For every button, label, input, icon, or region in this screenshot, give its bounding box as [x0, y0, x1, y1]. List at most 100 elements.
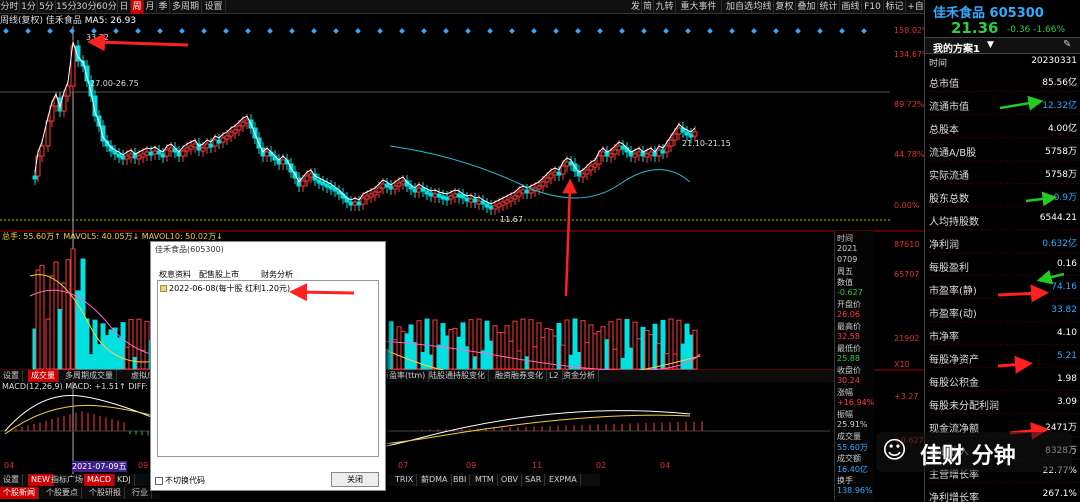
toolbar-right-item-5[interactable]: 均线: [752, 0, 774, 14]
signal-marker: [487, 28, 493, 34]
plan-selector[interactable]: 我的方案1 ▼ ✎: [925, 37, 1080, 55]
period-toolbar: 分时 1分 5分 15分 30分 60分日周月季多周期 设置 发简九转 重大事件 加自选 均线 复权叠…: [0, 0, 950, 14]
toolbar-right-item-8[interactable]: 统计: [818, 0, 840, 14]
indicator-tab-8[interactable]: MTM: [472, 474, 498, 486]
price-candle: [596, 155, 602, 165]
fund-row: 市净率 4.10: [929, 325, 1079, 345]
toolbar-item-0[interactable]: 分时: [0, 0, 20, 14]
indicator-tab-6[interactable]: 薪DMA: [418, 474, 452, 486]
indicator-tab-11[interactable]: EXPMA: [546, 474, 581, 486]
toolbar-item-4[interactable]: 30分: [76, 0, 96, 14]
price-candle: [660, 149, 666, 154]
close-button[interactable]: 关闭: [331, 472, 379, 487]
fund-value: 1.98: [1056, 374, 1077, 384]
toolbar-item-3[interactable]: 15分: [56, 0, 76, 14]
fund-row: 总股本 4.00亿: [929, 118, 1079, 138]
indicator-tab-0[interactable]: 设置: [0, 474, 23, 486]
signal-marker: [861, 28, 867, 34]
crosshair-chg: +16.94%: [837, 398, 875, 407]
price-candle: [400, 180, 406, 185]
toolbar-item-5[interactable]: 60分: [96, 0, 118, 14]
toolbar-right-item-11[interactable]: 标记: [884, 0, 906, 14]
indicator-tab-3[interactable]: MACD: [84, 474, 115, 486]
price-candle: [376, 187, 382, 193]
volume-bar: [39, 264, 45, 370]
volume-bar: [644, 330, 650, 370]
x-axis-label: 2021-07-09五: [72, 461, 127, 472]
info-tab-1[interactable]: 个股要点: [43, 487, 82, 499]
toolbar-item-8[interactable]: 月: [144, 0, 157, 14]
signal-marker: [333, 28, 339, 34]
pct-label: 44.78%: [894, 150, 925, 159]
toolbar-item-10[interactable]: 多周期: [170, 0, 202, 14]
price-candle: [316, 179, 322, 184]
signal-marker: [685, 28, 691, 34]
indicator-tab-5[interactable]: TRIX: [392, 474, 418, 486]
toolbar-right-item-1[interactable]: 简: [642, 0, 654, 14]
price-candle: [164, 149, 170, 157]
volume-tab-0[interactable]: 设置: [0, 370, 23, 382]
price-candle: [372, 191, 378, 196]
volume-tab-8[interactable]: 资金分析: [560, 370, 599, 382]
price-annotation-low: 11.67: [500, 215, 523, 224]
signal-marker: [465, 28, 471, 34]
info-tab-0[interactable]: 个股新闻: [0, 487, 39, 499]
tab-dividend[interactable]: 权息资料: [159, 269, 191, 280]
toolbar-item-2[interactable]: 5分: [38, 0, 56, 14]
watermark-text: 佳财 分钟: [920, 444, 1016, 469]
list-item[interactable]: 2022-06-08(每十股 红利1.20元): [160, 283, 290, 294]
toolbar-right-item-10[interactable]: F10: [862, 0, 884, 14]
checkbox[interactable]: [155, 476, 163, 485]
indicator-tab-7[interactable]: BBI: [450, 474, 471, 486]
dialog-title: 佳禾食品(605300): [151, 242, 385, 258]
toolbar-right-item-12[interactable]: +自: [906, 0, 926, 14]
toolbar-item-7[interactable]: 周: [131, 0, 144, 14]
fund-value: 5.21: [1056, 351, 1077, 361]
volume-tab-2[interactable]: 多周期成交量: [62, 370, 117, 382]
toolbar-right-item-4[interactable]: 加自选: [726, 0, 753, 14]
toolbar-item-11[interactable]: 设置: [202, 0, 226, 14]
volume-bar: [508, 340, 514, 370]
indicator-tab-9[interactable]: OBV: [498, 474, 523, 486]
chevron-down-icon[interactable]: ▼: [987, 40, 994, 50]
toolbar-right-item-6[interactable]: 复权: [774, 0, 796, 14]
toolbar-right-item-2[interactable]: 九转: [654, 0, 676, 14]
toolbar-right-item-3[interactable]: 重大事件: [676, 0, 722, 14]
volume-tab-1[interactable]: 成交量: [28, 370, 59, 382]
volume-bar: [396, 326, 402, 370]
info-tab-2[interactable]: 个股研报: [86, 487, 125, 499]
volume-tabs: 设置成交量多周期成交量虚拟成交量市盈率(ttm)陆股通持股变化融资融券变化L2资…: [0, 370, 870, 382]
price-candle: [476, 200, 482, 205]
volume-axis-label: 65707: [894, 270, 920, 279]
toolbar-item-9[interactable]: 季: [157, 0, 170, 14]
volume-tab-6[interactable]: 融资融券变化: [492, 370, 547, 382]
toolbar-item-6[interactable]: 日: [118, 0, 131, 14]
tab-placement[interactable]: 配售股上市: [199, 269, 239, 280]
volume-tab-5[interactable]: 陆股通持股变化: [426, 370, 489, 382]
price-candle: [352, 201, 358, 206]
price-candle: [112, 150, 118, 155]
indicator-tab-10[interactable]: SAR: [522, 474, 546, 486]
toolbar-right-item-0[interactable]: 发: [630, 0, 642, 14]
volume-bar: [596, 330, 602, 370]
edit-icon[interactable]: ✎: [1063, 39, 1071, 50]
chart-canvas[interactable]: 33.32 27.00-26.75 21.10-21.15 11.67: [0, 26, 924, 502]
watermark: ☺ 佳财 分钟: [876, 432, 1072, 472]
signal-marker: [311, 28, 317, 34]
info-tab-3[interactable]: 行业: [129, 487, 152, 499]
price-candle: [220, 137, 226, 143]
toolbar-right-item-9[interactable]: 画线: [840, 0, 862, 14]
crosshair-turn-label: 换手: [837, 476, 853, 485]
checkbox-label: 不切换代码: [165, 476, 205, 485]
volume-bar: [628, 347, 634, 370]
toolbar-right-item-7[interactable]: 叠加: [796, 0, 818, 14]
x-axis-label: 04: [4, 461, 15, 470]
indicator-tab-4[interactable]: KDJ: [114, 474, 135, 486]
indicator-tab-2[interactable]: 指标广场: [48, 474, 87, 486]
volume-bar: [688, 334, 694, 370]
volume-bar: [520, 318, 526, 370]
no-switch-checkbox-row[interactable]: 不切换代码: [155, 475, 205, 486]
tab-finance[interactable]: 财务分析: [261, 269, 293, 280]
price-candle: [224, 135, 230, 140]
toolbar-item-1[interactable]: 1分: [20, 0, 38, 14]
